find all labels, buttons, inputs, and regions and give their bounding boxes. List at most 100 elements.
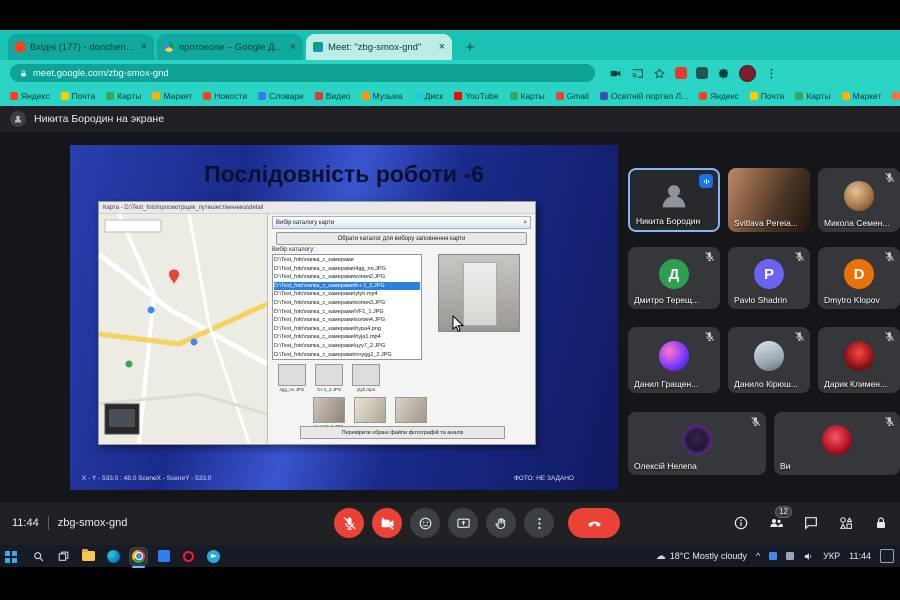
participant-tile-you[interactable]: Ви (774, 412, 900, 475)
browser-tab-drive[interactable]: протоколи – Google Диск × (157, 34, 303, 60)
chrome-button[interactable] (131, 549, 146, 564)
presenting-banner: Никита Бородин на экране (0, 106, 900, 132)
new-tab-button[interactable]: + (459, 36, 481, 58)
bookmark-item[interactable]: Яндекс (10, 91, 50, 101)
meeting-details-button[interactable] (732, 514, 750, 532)
participant-tile-mykola[interactable]: Микола Семен... (818, 168, 900, 232)
file-row: D:\Test_foto\папка_с_камерами\uyy7_2.JPG (274, 342, 420, 351)
tray-icon-gray[interactable] (786, 552, 794, 560)
leave-call-button[interactable] (568, 508, 620, 538)
bookmark-label: Карты (806, 91, 830, 101)
camera-button[interactable] (372, 508, 402, 538)
tab-strip: Вхідні (177) - donchenko.lana7 × протоко… (0, 30, 900, 60)
language-indicator[interactable]: УКР (823, 551, 840, 561)
participant-tile-dmytro-k[interactable]: D Dmytro Klopov (818, 247, 900, 309)
bookmark-item[interactable]: Новости (892, 91, 900, 101)
bookmark-item[interactable]: Маркет (152, 91, 192, 101)
browser-tab-inbox[interactable]: Вхідні (177) - donchenko.lana7 × (8, 34, 154, 60)
bookmark-favicon (315, 92, 323, 100)
bookmark-label: Карты (521, 91, 545, 101)
blue-app-button[interactable] (156, 549, 171, 564)
participant-tile-danylo[interactable]: Данило Кірюш... (728, 327, 810, 393)
opera-button[interactable] (181, 549, 196, 564)
bookmark-item[interactable]: Яндекс (699, 91, 739, 101)
bookmark-item[interactable]: Словари (258, 91, 304, 101)
file-row: D:\Test_foto\папка_с_камерами\nnygg2_2.J… (274, 351, 420, 360)
notification-center-icon[interactable] (880, 549, 894, 563)
mic-muted-icon (884, 416, 895, 427)
participant-tile-dmytro-t[interactable]: Д Дмитро Терещ... (628, 247, 720, 309)
telegram-button[interactable] (206, 549, 221, 564)
chat-button[interactable] (802, 514, 820, 532)
bookmark-item[interactable]: Карты (106, 91, 141, 101)
bookmark-item[interactable]: Новости (203, 91, 247, 101)
edge-icon (107, 550, 120, 563)
bookmark-item[interactable]: Карты (510, 91, 545, 101)
participant-tile-oleksii[interactable]: Олексій Нелепа (628, 412, 766, 475)
participant-tile-svitlava[interactable]: Svitlava Pereia... (728, 168, 810, 232)
bookmark-favicon (106, 92, 114, 100)
browser-menu-icon[interactable] (765, 67, 778, 80)
start-button[interactable] (6, 549, 21, 564)
close-icon[interactable]: × (439, 42, 445, 53)
extension-icon-red[interactable] (675, 67, 687, 79)
edge-button[interactable] (106, 549, 121, 564)
host-controls-button[interactable] (872, 514, 890, 532)
bookmark-star-icon[interactable] (653, 67, 666, 80)
person-icon (13, 114, 23, 124)
bookmark-item[interactable]: Диск (414, 91, 443, 101)
raise-hand-button[interactable] (486, 508, 516, 538)
weather-widget[interactable]: ☁ 18°C Mostly cloudy (656, 551, 747, 562)
participant-name: Дмитро Терещ... (634, 295, 699, 305)
cast-icon[interactable] (631, 67, 644, 80)
camera-permission-icon[interactable] (609, 67, 622, 80)
door-photo (463, 262, 497, 326)
participant-tile-pavlo[interactable]: P Pavlo Shadrin (728, 247, 810, 309)
file-explorer-button[interactable] (81, 549, 96, 564)
close-icon[interactable]: × (141, 42, 147, 53)
slide-status-right: ФОТО: НЕ ЗАДАНО (514, 475, 574, 482)
bookmark-item[interactable]: Почта (61, 91, 96, 101)
present-button[interactable] (448, 508, 478, 538)
bookmark-item[interactable]: Видео (315, 91, 351, 101)
extension-icon-dark[interactable] (696, 67, 708, 79)
bookmark-item[interactable]: Маркет (842, 91, 882, 101)
mic-muted-icon (884, 172, 895, 183)
close-icon[interactable]: × (290, 42, 296, 53)
participant-tile-danyl[interactable]: Данил Гращен... (628, 327, 720, 393)
extensions-puzzle-icon[interactable] (717, 67, 730, 80)
url-text: meet.google.com/zbg-smox-gnd (33, 68, 169, 79)
bookmark-favicon (556, 92, 564, 100)
bookmark-favicon (795, 92, 803, 100)
thumb-caption: ytyh.mp4 (357, 387, 375, 392)
taskbar-clock[interactable]: 11:44 (849, 551, 871, 561)
bookmark-item[interactable]: Карты (795, 91, 830, 101)
bookmark-item[interactable]: YouTube (454, 91, 498, 101)
taskbar-search-button[interactable] (31, 549, 46, 564)
file-row: D:\Test_foto\папка_с_камерами\hyja1.mp4 (274, 333, 420, 342)
tray-icon-blue[interactable] (769, 552, 777, 560)
reactions-button[interactable] (410, 508, 440, 538)
participant-tile-daryk[interactable]: Дарик Климен... (818, 327, 900, 393)
url-bar[interactable]: meet.google.com/zbg-smox-gnd (10, 64, 595, 82)
participant-tile-nikita[interactable]: Никита Бородин (628, 168, 720, 232)
activities-button[interactable] (837, 514, 855, 532)
camera-off-icon (380, 516, 395, 531)
mic-button[interactable] (334, 508, 364, 538)
meet-control-bar: 11:44 zbg-smox-gnd 12 (0, 502, 900, 545)
profile-avatar[interactable] (739, 65, 756, 82)
tray-expand-icon[interactable]: ^ (756, 551, 760, 561)
bookmark-item[interactable]: Освітній портал Л... (600, 91, 688, 101)
browser-tab-meet-active[interactable]: Meet: "zbg-smox-gnd" × (306, 34, 452, 60)
bookmark-item[interactable]: Музыка (362, 91, 403, 101)
speaker-icon[interactable] (803, 551, 814, 562)
more-options-button[interactable] (524, 508, 554, 538)
bookmark-label: Видео (326, 91, 351, 101)
participants-button[interactable]: 12 (767, 514, 785, 532)
bookmark-item[interactable]: Gmail (556, 91, 589, 101)
task-view-button[interactable] (56, 549, 71, 564)
avatar-initial: P (764, 266, 774, 283)
participant-name: Никита Бородин (636, 216, 700, 226)
bookmark-item[interactable]: Почта (750, 91, 785, 101)
verify-files-button: Перевірити обрані файли фотографій та ан… (300, 426, 505, 439)
